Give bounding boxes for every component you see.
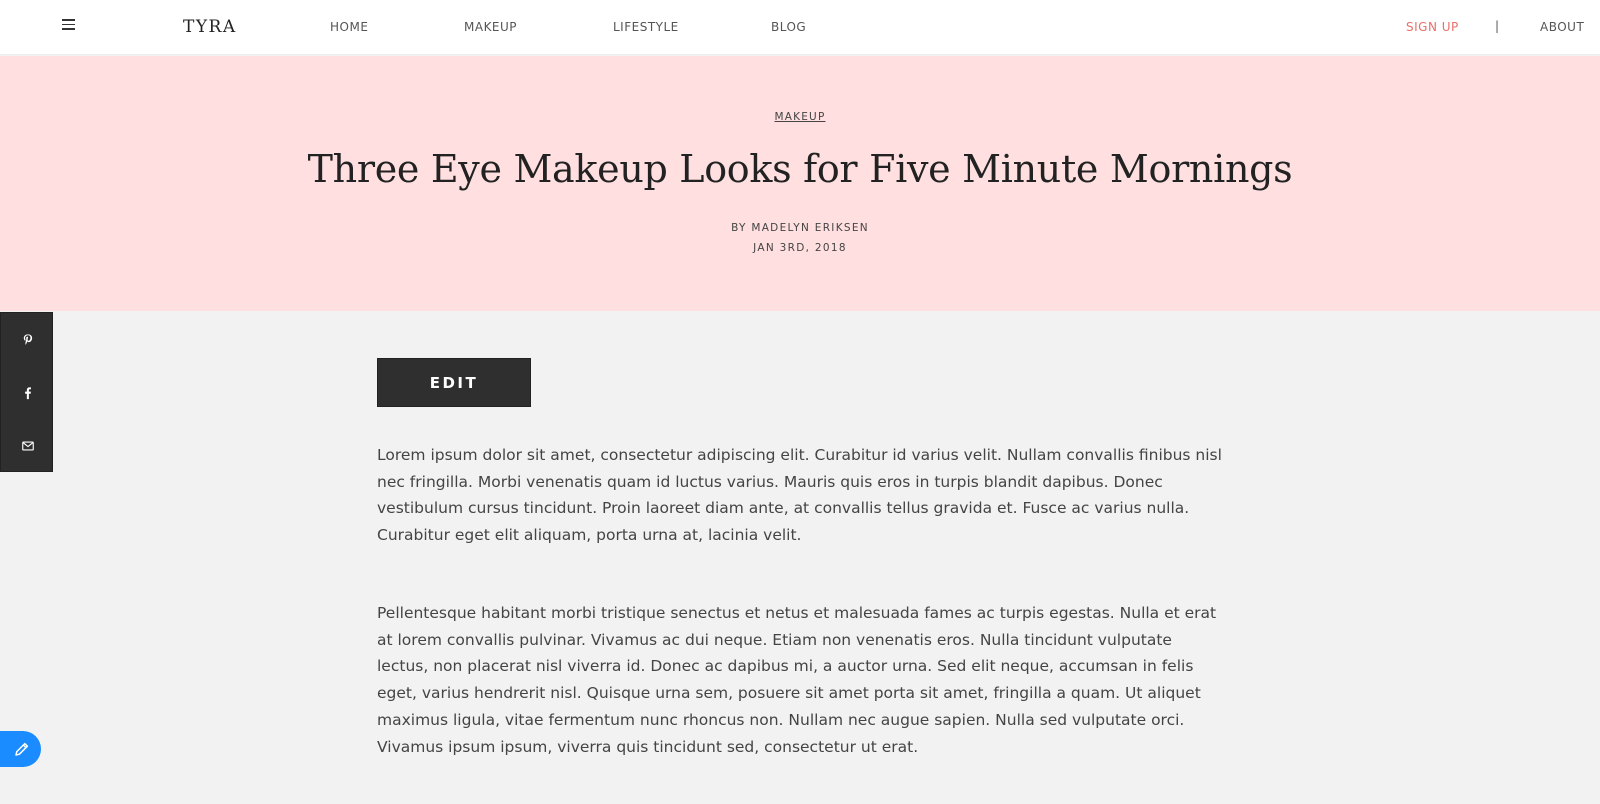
nav-link-lifestyle[interactable]: LIFESTYLE <box>613 20 679 34</box>
article-paragraph: Lorem ipsum dolor sit amet, consectetur … <box>377 446 1222 545</box>
article-title: Three Eye Makeup Looks for Five Minute M… <box>307 147 1293 191</box>
article-byline: BY MADELYN ERIKSEN <box>731 222 869 234</box>
nav-link-about[interactable]: ABOUT <box>1540 20 1584 34</box>
nav-separator: | <box>1495 19 1500 33</box>
top-navigation: TYRA HOME MAKEUP LIFESTYLE BLOG SIGN UP … <box>0 0 1600 55</box>
share-sidebar <box>0 312 53 472</box>
edit-button[interactable]: EDIT <box>377 358 531 407</box>
nav-link-blog[interactable]: BLOG <box>771 20 806 34</box>
sign-up-link[interactable]: SIGN UP <box>1406 20 1459 34</box>
hamburger-menu-icon[interactable] <box>62 19 78 33</box>
share-facebook-button[interactable] <box>1 366 54 419</box>
pinterest-icon <box>23 333 32 345</box>
pencil-icon <box>14 742 28 756</box>
nav-link-home[interactable]: HOME <box>330 20 368 34</box>
mail-icon <box>21 440 34 451</box>
article-category-link[interactable]: MAKEUP <box>0 111 1600 123</box>
nav-link-makeup[interactable]: MAKEUP <box>464 20 517 34</box>
article-hero: MAKEUP Three Eye Makeup Looks for Five M… <box>0 56 1600 311</box>
floating-edit-button[interactable] <box>0 731 41 767</box>
facebook-icon <box>24 386 31 399</box>
article-date: JAN 3RD, 2018 <box>753 242 847 254</box>
share-pinterest-button[interactable] <box>1 313 54 366</box>
article-paragraph: Pellentesque habitant morbi tristique se… <box>377 604 1217 756</box>
site-logo[interactable]: TYRA <box>183 17 237 37</box>
share-email-button[interactable] <box>1 419 54 472</box>
